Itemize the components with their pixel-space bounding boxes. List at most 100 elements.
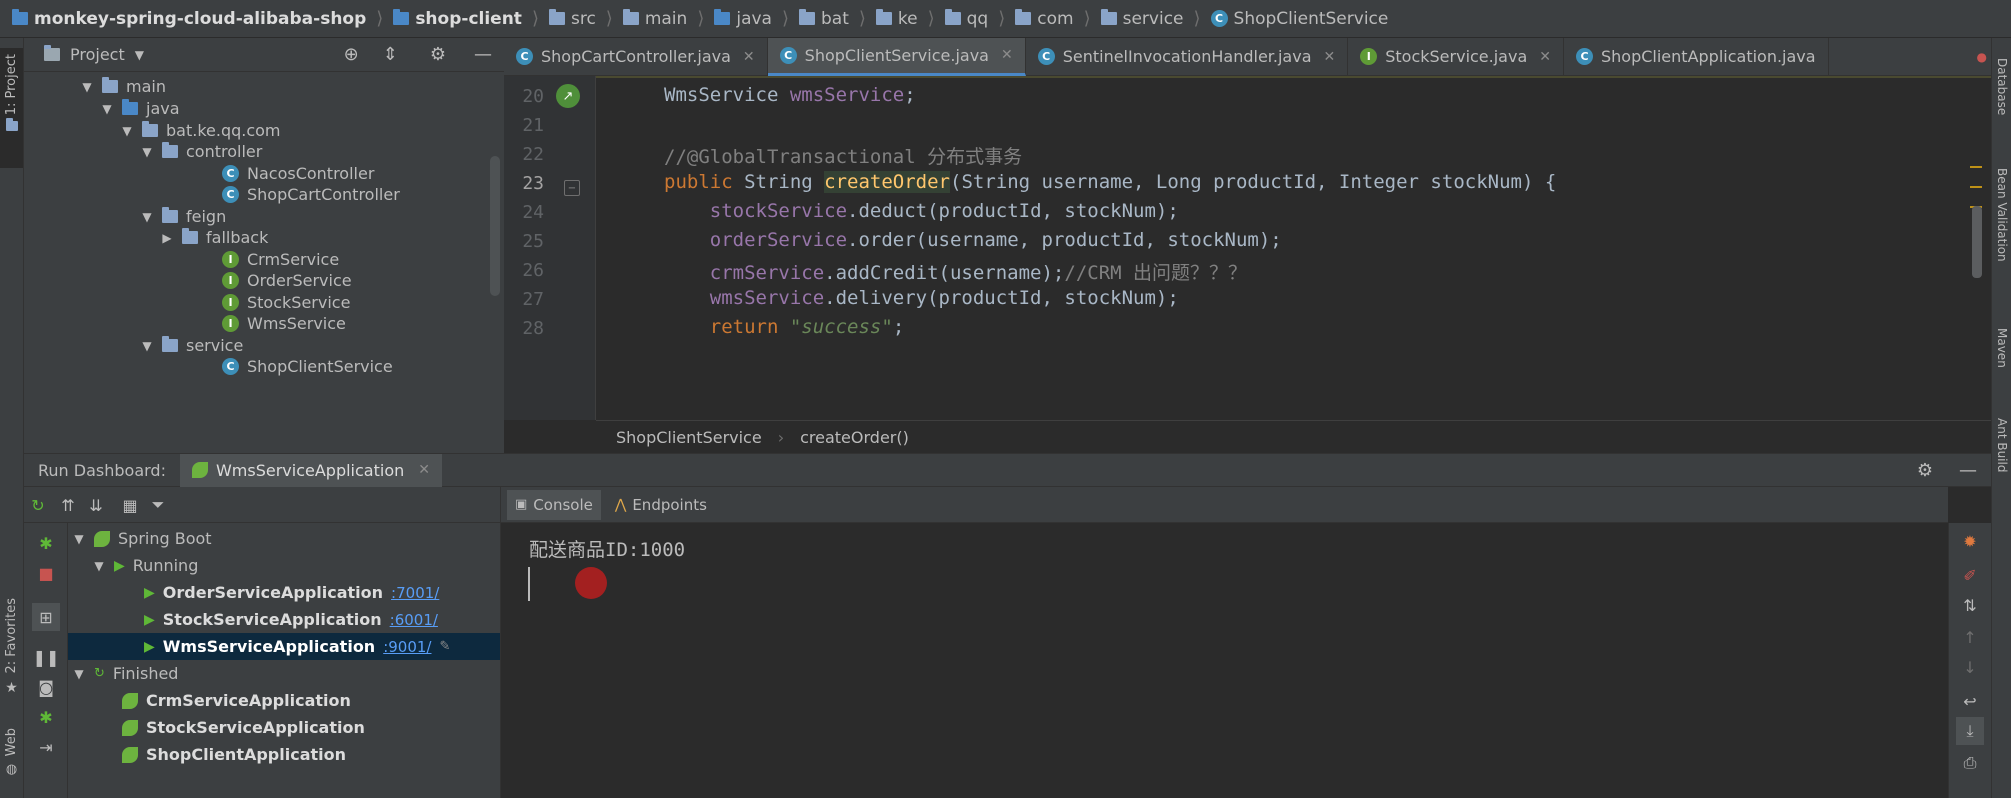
arrow-down-icon[interactable]: ↓ [1956,653,1984,681]
edit-icon[interactable]: ✎ [439,639,450,654]
port-link[interactable]: :6001/ [390,611,438,629]
breadcrumb-ke[interactable]: ke [875,9,918,29]
gear-icon[interactable]: ⚙ [1917,460,1933,481]
breadcrumb-src[interactable]: src [548,9,596,29]
clear-icon[interactable]: ✐ [1956,561,1984,589]
rerun-icon: ↻ [94,666,105,681]
breadcrumb-class[interactable]: C ShopClientService [1210,9,1388,29]
tab-shopclient-service[interactable]: C ShopClientService.java ✕ [767,37,1026,76]
tree-finished-app[interactable]: ShopClientApplication [68,741,500,768]
tree-spring-boot[interactable]: ▼ Spring Boot [68,525,500,552]
tab-shopclient-application[interactable]: C ShopClientApplication.java [1564,37,1829,76]
code-breadcrumb-class[interactable]: ShopClientService [616,428,762,447]
web-tool-button[interactable]: Web ◍ [0,728,23,788]
soft-wrap-icon[interactable]: ↩ [1956,687,1984,715]
favorites-tool-button[interactable]: 2: Favorites ★ [0,598,23,698]
tree-finished-app[interactable]: CrmServiceApplication [68,687,500,714]
collapse-all-icon[interactable]: ⇊ [82,491,110,519]
breadcrumb-bat[interactable]: bat [799,9,849,29]
gear-icon[interactable]: ⚙ [430,44,446,65]
collapse-all-icon[interactable]: ⇕ [383,44,398,65]
sort-icon[interactable]: ⇅ [1956,591,1984,619]
breadcrumb-module[interactable]: shop-client [393,9,522,29]
close-icon[interactable]: ✕ [1001,47,1013,63]
code-line-24: stockService.deduct(productId, stockNum)… [709,200,1179,222]
exit-icon[interactable]: ⇥ [32,733,60,761]
arrow-up-icon[interactable]: ↑ [1956,623,1984,651]
debug-icon[interactable]: ✱ [32,529,60,557]
project-view-title[interactable]: Project [70,45,125,64]
tab-console[interactable]: ▣ Console [507,489,601,520]
code-breadcrumb: ShopClientService › createOrder() [596,420,1991,454]
mouse-cursor-indicator [575,567,607,599]
tree-item-shopclient-service[interactable]: C ShopClientService [222,353,393,380]
tab-shopcart-controller[interactable]: C ShopCartController.java ✕ [504,37,768,76]
breadcrumb-qq[interactable]: qq [944,9,988,29]
expanded-arrow-icon: ▼ [142,144,152,159]
expand-all-icon[interactable]: ⇈ [54,491,82,519]
tree-running-app[interactable]: ▶ StockServiceApplication :6001/ [68,606,500,633]
breadcrumb-com[interactable]: com [1015,9,1074,29]
locate-icon[interactable]: ⊕ [344,44,359,65]
tree-finished[interactable]: ▼ ↻ Finished [68,660,500,687]
tab-stock-service[interactable]: I StockService.java ✕ [1348,37,1564,76]
folder-icon [102,77,118,93]
tab-endpoints[interactable]: ⋀ Endpoints [607,490,715,520]
close-icon[interactable]: ✕ [743,49,755,65]
collapsed-arrow-icon: ▶ [162,230,172,245]
chevron-right-icon: ⟩ [1193,8,1201,29]
project-scrollbar[interactable] [490,156,500,296]
print-icon[interactable]: ⎙ [1956,749,1984,777]
settings-debug-icon[interactable]: ✱ [32,703,60,731]
close-icon[interactable]: ✕ [418,462,430,478]
spring-actuator-icon[interactable]: ✹ [1956,527,1984,555]
editor-scrollbar[interactable] [1972,206,1982,278]
code-editor[interactable]: WmsService wmsService; //@GlobalTransact… [596,76,1991,420]
maven-tool-button[interactable]: Maven [1995,328,2009,368]
chevron-down-icon[interactable]: ▼ [135,48,144,62]
project-tool-button[interactable]: 1: Project [0,48,23,168]
filter-icon[interactable]: ⏷ [144,491,172,519]
camera-icon[interactable]: ◙ [32,673,60,701]
database-tool-button[interactable]: Database [1995,58,2009,115]
tree-running-app[interactable]: ▶ OrderServiceApplication :7001/ [68,579,500,606]
close-icon[interactable]: ✕ [1324,49,1336,65]
console-output[interactable]: 配送商品ID:1000 [500,523,1948,798]
close-icon[interactable]: ✕ [1539,49,1551,65]
rerun-icon[interactable]: ↻ [24,491,52,519]
ant-build-tool-button[interactable]: Ant Build [1995,418,2009,472]
breadcrumb-project[interactable]: monkey-spring-cloud-alibaba-shop [12,9,366,29]
interface-icon: I [222,315,239,332]
tree-item-shopcart-controller[interactable]: C ShopCartController [222,181,400,208]
project-view-icon [44,45,60,61]
class-icon: C [516,48,533,65]
minimize-icon[interactable]: — [1959,460,1977,481]
run-config-tab[interactable]: WmsServiceApplication ✕ [179,453,442,487]
port-link[interactable]: :7001/ [391,584,439,602]
group-by-icon[interactable]: ▦ [116,491,144,519]
layout-icon[interactable]: ⊞ [32,603,60,631]
chevron-right-icon: › [777,428,785,447]
scroll-to-end-icon[interactable]: ⤓ [1956,717,1984,745]
error-indicator-icon[interactable]: ● [1977,50,1987,64]
spring-bean-gutter-icon[interactable]: ↗ [556,84,580,108]
tree-running-app-selected[interactable]: ▶ WmsServiceApplication :9001/ ✎ [68,633,500,660]
left-tool-strip: 1: Project 2: Favorites ★ Web ◍ [0,38,24,798]
breadcrumb-main[interactable]: main [622,9,687,29]
stop-icon[interactable]: ■ [32,559,60,587]
console-text: 配送商品ID:1000 [529,539,686,561]
bean-validation-tool-button[interactable]: Bean Validation [1995,168,2009,262]
breadcrumb-service[interactable]: service [1100,9,1184,29]
minimize-icon[interactable]: — [474,44,492,65]
tab-sentinel-invocation-handler[interactable]: C SentinelInvocationHandler.java ✕ [1026,37,1349,76]
port-link[interactable]: :9001/ [383,638,431,656]
pause-icon[interactable]: ❚❚ [32,643,60,671]
breadcrumb-java[interactable]: java [714,9,772,29]
line-number: 22 [522,144,544,165]
tree-running[interactable]: ▼ ▶ Running [68,552,500,579]
fold-icon[interactable]: − [564,180,580,196]
tree-finished-app[interactable]: StockServiceApplication [68,714,500,741]
code-breadcrumb-method[interactable]: createOrder() [800,428,909,447]
code-line-20: WmsService wmsService; [664,84,916,106]
star-icon: ★ [5,679,18,696]
